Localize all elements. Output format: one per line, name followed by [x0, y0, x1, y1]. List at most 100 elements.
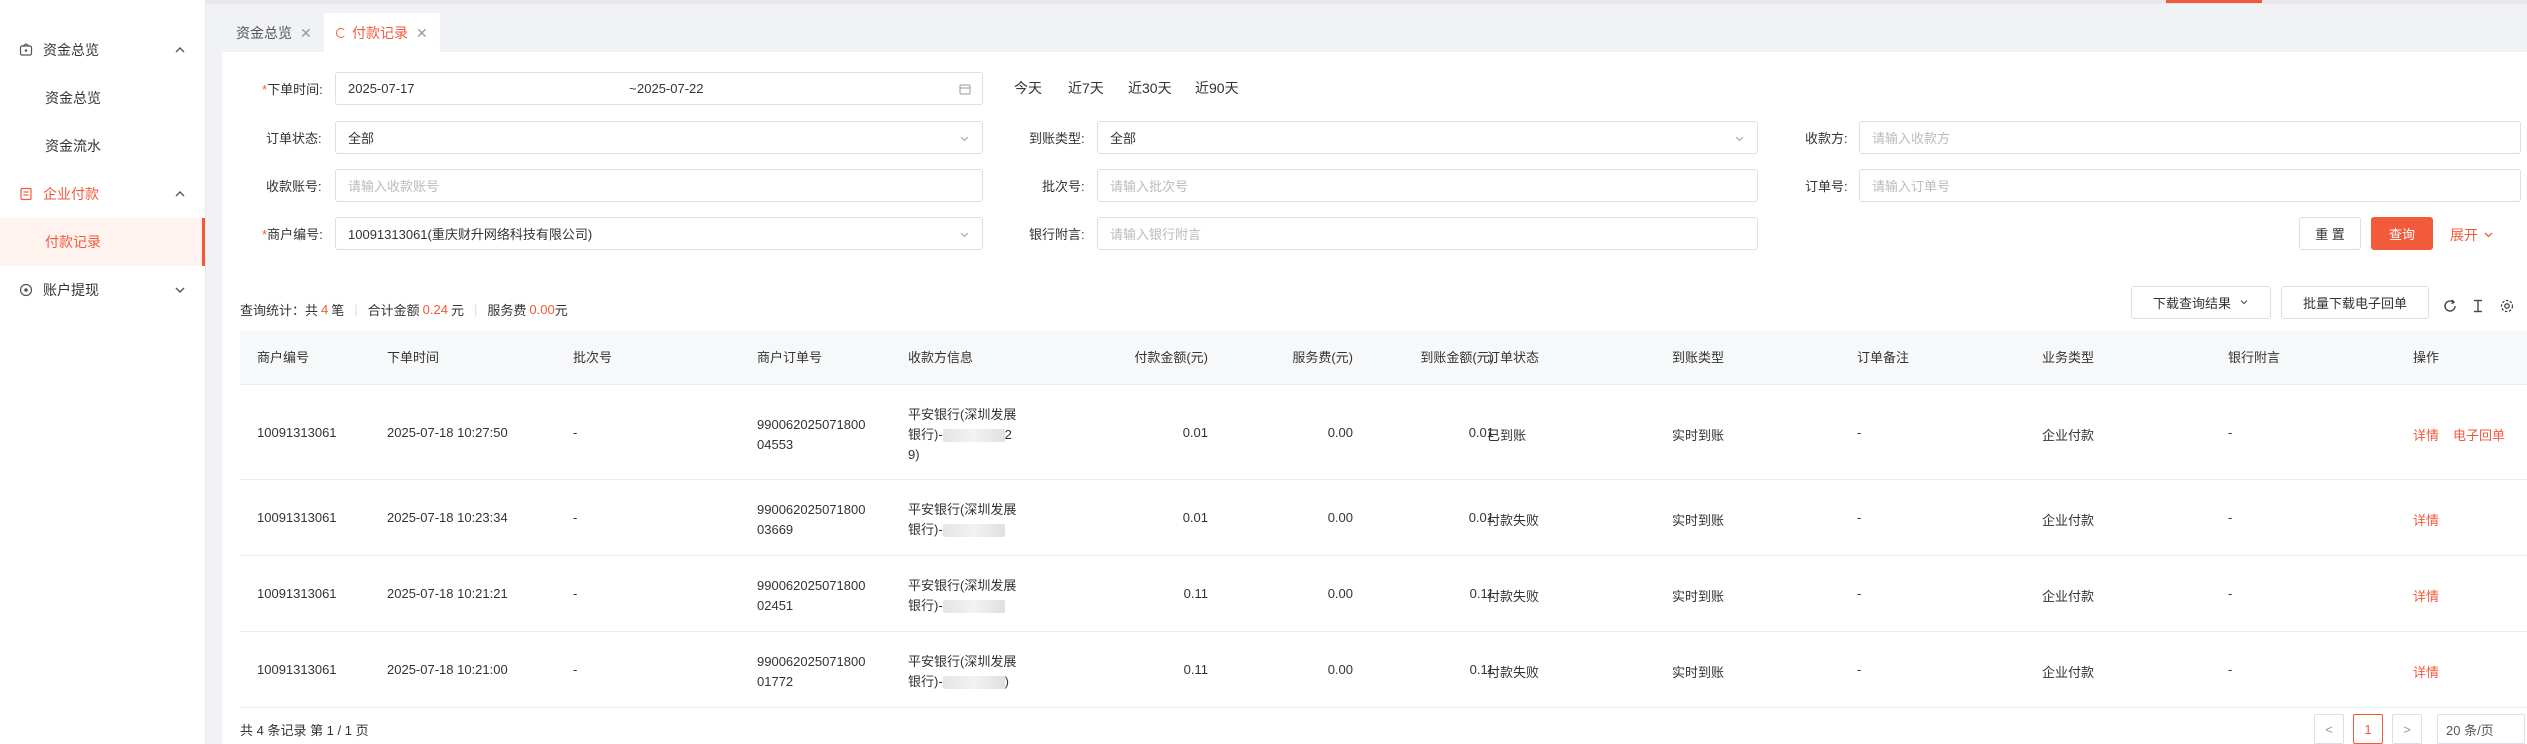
chevron-down-icon: [959, 228, 970, 239]
cell-order-time: 2025-07-18 10:27:50: [387, 425, 508, 440]
tab-fund-overview[interactable]: 资金总览 ✕: [224, 13, 324, 53]
col-status: 订单状态: [1487, 350, 1540, 365]
col-arrival: 到账金额(元): [1420, 350, 1494, 365]
col-biz-type: 业务类型: [2042, 350, 2095, 365]
cell-arrival-type: 实时到账: [1672, 428, 1725, 443]
cell-remark: -: [1857, 510, 1862, 525]
col-amount: 付款金额(元): [1134, 350, 1208, 365]
cell-batch: -: [573, 510, 578, 525]
page-size-select[interactable]: 20 条/页: [2437, 714, 2525, 744]
arrival-type-label: 到账类型:: [1029, 131, 1085, 146]
cell-amount: 0.11: [1183, 662, 1208, 677]
sidebar-group-label: 账户提现: [43, 282, 99, 298]
expand-link[interactable]: 展开: [2450, 225, 2494, 245]
order-status-select[interactable]: 全部: [335, 121, 983, 154]
merchant-select[interactable]: 10091313061(重庆财升网络科技有限公司): [335, 217, 983, 250]
sidebar-group-label: 企业付款: [43, 186, 99, 202]
top-accent-line: [2166, 0, 2262, 3]
detail-link[interactable]: 详情: [2413, 513, 2439, 528]
batch-input[interactable]: 请输入批次号: [1097, 169, 1758, 202]
date-range-picker[interactable]: 2025-07-17 ~ 2025-07-22: [335, 72, 983, 105]
prev-page-button[interactable]: <: [2314, 714, 2344, 744]
gear-icon[interactable]: [2499, 298, 2517, 316]
payee-line-3: 9): [908, 447, 920, 462]
order-status-value: 全部: [348, 131, 375, 146]
col-ops: 操作: [2413, 350, 2440, 365]
sidebar-group-fund-overview[interactable]: 资金总览: [0, 26, 205, 74]
merchant-value: 10091313061(重庆财升网络科技有限公司): [348, 227, 593, 242]
detail-link[interactable]: 详情: [2413, 428, 2439, 443]
cell-arrival: 0.11: [1469, 662, 1494, 677]
chevron-down-icon: [173, 283, 187, 297]
batch-download-receipt-button[interactable]: 批量下载电子回单: [2281, 286, 2429, 319]
arrival-type-value: 全部: [1110, 131, 1137, 146]
page-1-button[interactable]: 1: [2353, 714, 2383, 744]
stats-fee-label: 服务费: [487, 303, 527, 318]
payee-line-2: 银行)-: [908, 520, 1016, 540]
cell-merchant-order: 990062025071800 02451: [757, 576, 865, 616]
download-results-button[interactable]: 下载查询结果: [2131, 286, 2271, 319]
cell-fee: 0.00: [1327, 662, 1353, 677]
payee-line-1: 平安银行(深圳发展: [908, 578, 1017, 593]
refresh-icon[interactable]: [2442, 298, 2460, 316]
cell-arrival-type: 实时到账: [1672, 665, 1725, 680]
order-no-input[interactable]: 请输入订单号: [1859, 169, 2521, 202]
column-height-icon[interactable]: [2470, 298, 2488, 316]
tab-bar: 资金总览 ✕ 付款记录 ✕: [206, 0, 2527, 53]
stats-amount-label: 合计金额: [367, 303, 420, 318]
stats-count: 4: [321, 302, 329, 317]
expand-label: 展开: [2450, 227, 2478, 243]
account-input[interactable]: 请输入收款账号: [335, 169, 983, 202]
chevron-down-icon: [959, 132, 970, 143]
payee-input[interactable]: 请输入收款方: [1859, 121, 2521, 154]
sidebar-group-withdraw[interactable]: 账户提现: [0, 266, 205, 314]
next-page-button[interactable]: >: [2392, 714, 2422, 744]
sidebar-group-enterprise-payment[interactable]: 企业付款: [0, 170, 205, 218]
masked-account: [942, 524, 1005, 538]
cell-biz-type: 企业付款: [2042, 589, 2095, 604]
reset-button[interactable]: 重 置: [2299, 217, 2361, 250]
sidebar: 资金总览 资金总览 资金流水 企业付款 付款记录 账户提现: [0, 0, 206, 744]
chevron-down-icon: [1734, 132, 1745, 143]
sidebar-item-fund-overview[interactable]: 资金总览: [0, 74, 205, 122]
bank-note-input[interactable]: 请输入银行附言: [1097, 217, 1758, 250]
col-order-time: 下单时间: [387, 350, 440, 365]
cell-bank-note: -: [2228, 425, 2233, 440]
cell-remark: -: [1857, 662, 1862, 677]
table-row: 10091313061 2025-07-18 10:23:34 - 990062025…: [240, 480, 2527, 556]
cell-amount: 0.01: [1182, 425, 1208, 440]
quick-30days[interactable]: 近30天: [1128, 78, 1172, 98]
cell-payee: 平安银行(深圳发展 银行)-: [908, 500, 1016, 540]
batch-label: 批次号:: [1042, 179, 1085, 194]
cell-remark: -: [1857, 425, 1862, 440]
order-line-2: 02451: [757, 598, 794, 613]
table-header: 商户编号 下单时间 批次号 商户订单号 收款方信息 付款金额(元) 服务费(元)…: [240, 330, 2527, 385]
arrival-type-select[interactable]: 全部: [1097, 121, 1758, 154]
close-icon[interactable]: ✕: [300, 25, 312, 42]
masked-account: [942, 600, 1005, 614]
detail-link[interactable]: 详情: [2413, 589, 2439, 604]
tab-payment-records[interactable]: 付款记录 ✕: [324, 13, 440, 53]
cell-merchant-order: 990062025071800 01772: [757, 652, 865, 692]
e-receipt-link[interactable]: 电子回单: [2453, 428, 2505, 443]
cell-ops: 详情: [2413, 510, 2453, 529]
cell-ops: 详情: [2413, 662, 2453, 681]
cell-ops: 详情 电子回单: [2413, 425, 2519, 444]
sidebar-item-payment-records[interactable]: 付款记录: [0, 218, 205, 266]
sidebar-item-fund-flow[interactable]: 资金流水: [0, 122, 205, 170]
cell-payee: 平安银行(深圳发展 银行)-: [908, 576, 1016, 616]
quick-90days[interactable]: 近90天: [1195, 78, 1239, 98]
cell-status: 付款失败: [1487, 589, 1540, 604]
detail-link[interactable]: 详情: [2413, 665, 2439, 680]
cell-biz-type: 企业付款: [2042, 513, 2095, 528]
stats-fee: 0.00: [529, 302, 555, 317]
masked-account: [942, 429, 1005, 443]
cell-bank-note: -: [2228, 510, 2233, 525]
close-icon[interactable]: ✕: [416, 25, 428, 42]
tab-label: 付款记录: [352, 25, 408, 41]
quick-today[interactable]: 今天: [1014, 78, 1042, 98]
withdraw-icon: [19, 283, 33, 297]
cell-status: 已到账: [1487, 428, 1527, 443]
search-button[interactable]: 查询: [2371, 217, 2433, 250]
quick-7days[interactable]: 近7天: [1068, 78, 1104, 98]
